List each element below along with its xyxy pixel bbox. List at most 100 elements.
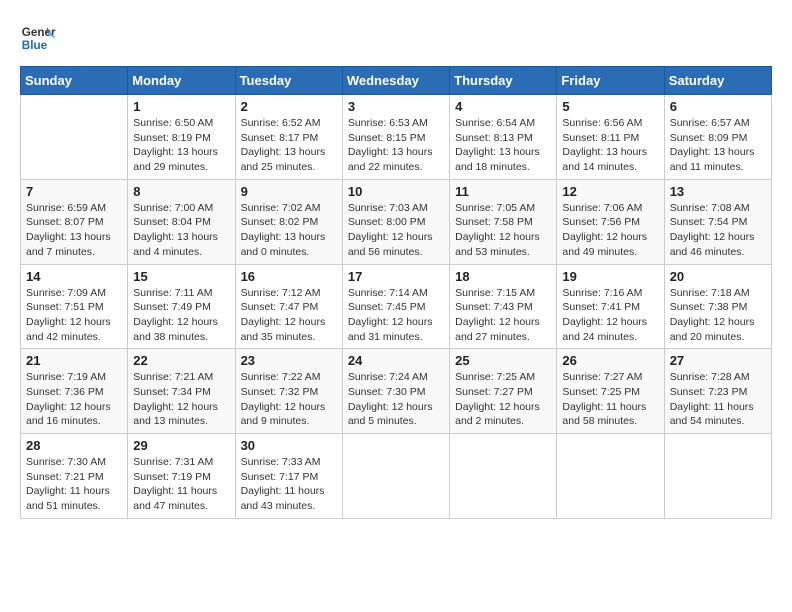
calendar-cell (557, 434, 664, 519)
day-number: 13 (670, 184, 766, 199)
day-info: Sunrise: 7:27 AM Sunset: 7:25 PM Dayligh… (562, 370, 658, 429)
day-info: Sunrise: 7:22 AM Sunset: 7:32 PM Dayligh… (241, 370, 337, 429)
day-info: Sunrise: 7:12 AM Sunset: 7:47 PM Dayligh… (241, 286, 337, 345)
calendar-cell: 24 Sunrise: 7:24 AM Sunset: 7:30 PM Dayli… (342, 349, 449, 434)
calendar-cell: 12 Sunrise: 7:06 AM Sunset: 7:56 PM Dayli… (557, 179, 664, 264)
day-info: Sunrise: 7:19 AM Sunset: 7:36 PM Dayligh… (26, 370, 122, 429)
day-number: 25 (455, 353, 551, 368)
day-info: Sunrise: 7:06 AM Sunset: 7:56 PM Dayligh… (562, 201, 658, 260)
week-row-3: 14 Sunrise: 7:09 AM Sunset: 7:51 PM Dayli… (21, 264, 772, 349)
day-number: 12 (562, 184, 658, 199)
calendar-cell: 17Sunrise: 7:14 AM Sunset: 7:45 PM Dayli… (342, 264, 449, 349)
day-info: Sunrise: 7:25 AM Sunset: 7:27 PM Dayligh… (455, 370, 551, 429)
calendar-cell: 4 Sunrise: 6:54 AM Sunset: 8:13 PM Daylig… (450, 95, 557, 180)
day-info: Sunrise: 7:09 AM Sunset: 7:51 PM Dayligh… (26, 286, 122, 345)
calendar-cell: 14 Sunrise: 7:09 AM Sunset: 7:51 PM Dayli… (21, 264, 128, 349)
calendar-cell: 1Sunrise: 6:50 AM Sunset: 8:19 PM Daylig… (128, 95, 235, 180)
day-number: 6 (670, 99, 766, 114)
day-info: Sunrise: 6:59 AM Sunset: 8:07 PM Dayligh… (26, 201, 122, 260)
calendar-cell: 30 Sunrise: 7:33 AM Sunset: 7:17 PM Dayli… (235, 434, 342, 519)
day-number: 30 (241, 438, 337, 453)
day-info: Sunrise: 7:16 AM Sunset: 7:41 PM Dayligh… (562, 286, 658, 345)
day-info: Sunrise: 7:18 AM Sunset: 7:38 PM Dayligh… (670, 286, 766, 345)
day-info: Sunrise: 7:11 AM Sunset: 7:49 PM Dayligh… (133, 286, 229, 345)
day-info: Sunrise: 7:28 AM Sunset: 7:23 PM Dayligh… (670, 370, 766, 429)
logo: General Blue (20, 20, 56, 56)
day-number: 4 (455, 99, 551, 114)
day-number: 14 (26, 269, 122, 284)
day-info: Sunrise: 7:00 AM Sunset: 8:04 PM Dayligh… (133, 201, 229, 260)
day-number: 20 (670, 269, 766, 284)
day-number: 23 (241, 353, 337, 368)
calendar-cell: 21 Sunrise: 7:19 AM Sunset: 7:36 PM Dayli… (21, 349, 128, 434)
day-info: Sunrise: 7:24 AM Sunset: 7:30 PM Dayligh… (348, 370, 444, 429)
day-number: 5 (562, 99, 658, 114)
calendar-cell: 3 Sunrise: 6:53 AM Sunset: 8:15 PM Daylig… (342, 95, 449, 180)
header-tuesday: Tuesday (235, 67, 342, 95)
svg-text:Blue: Blue (22, 39, 48, 52)
header-monday: Monday (128, 67, 235, 95)
calendar-cell: 10 Sunrise: 7:03 AM Sunset: 8:00 PM Dayli… (342, 179, 449, 264)
calendar-cell: 26Sunrise: 7:27 AM Sunset: 7:25 PM Dayli… (557, 349, 664, 434)
calendar-cell: 13Sunrise: 7:08 AM Sunset: 7:54 PM Dayli… (664, 179, 771, 264)
day-number: 3 (348, 99, 444, 114)
week-row-1: 1Sunrise: 6:50 AM Sunset: 8:19 PM Daylig… (21, 95, 772, 180)
calendar-cell: 19 Sunrise: 7:16 AM Sunset: 7:41 PM Dayli… (557, 264, 664, 349)
day-info: Sunrise: 7:33 AM Sunset: 7:17 PM Dayligh… (241, 455, 337, 514)
calendar-cell: 22Sunrise: 7:21 AM Sunset: 7:34 PM Dayli… (128, 349, 235, 434)
day-info: Sunrise: 6:57 AM Sunset: 8:09 PM Dayligh… (670, 116, 766, 175)
calendar-cell: 20 Sunrise: 7:18 AM Sunset: 7:38 PM Dayli… (664, 264, 771, 349)
day-number: 27 (670, 353, 766, 368)
day-info: Sunrise: 7:31 AM Sunset: 7:19 PM Dayligh… (133, 455, 229, 514)
day-number: 2 (241, 99, 337, 114)
calendar-body: 1Sunrise: 6:50 AM Sunset: 8:19 PM Daylig… (21, 95, 772, 519)
day-info: Sunrise: 7:15 AM Sunset: 7:43 PM Dayligh… (455, 286, 551, 345)
day-info: Sunrise: 7:14 AM Sunset: 7:45 PM Dayligh… (348, 286, 444, 345)
day-info: Sunrise: 7:03 AM Sunset: 8:00 PM Dayligh… (348, 201, 444, 260)
day-number: 24 (348, 353, 444, 368)
calendar-cell: 16 Sunrise: 7:12 AM Sunset: 7:47 PM Dayli… (235, 264, 342, 349)
day-info: Sunrise: 6:53 AM Sunset: 8:15 PM Dayligh… (348, 116, 444, 175)
header-saturday: Saturday (664, 67, 771, 95)
calendar-cell: 29 Sunrise: 7:31 AM Sunset: 7:19 PM Dayli… (128, 434, 235, 519)
calendar-cell: 15Sunrise: 7:11 AM Sunset: 7:49 PM Dayli… (128, 264, 235, 349)
day-info: Sunrise: 7:02 AM Sunset: 8:02 PM Dayligh… (241, 201, 337, 260)
calendar-cell (342, 434, 449, 519)
calendar-header-row: SundayMondayTuesdayWednesdayThursdayFrid… (21, 67, 772, 95)
day-number: 21 (26, 353, 122, 368)
logo-icon: General Blue (20, 20, 56, 56)
week-row-2: 7 Sunrise: 6:59 AM Sunset: 8:07 PM Daylig… (21, 179, 772, 264)
week-row-4: 21 Sunrise: 7:19 AM Sunset: 7:36 PM Dayli… (21, 349, 772, 434)
page-header: General Blue (20, 20, 772, 56)
day-number: 29 (133, 438, 229, 453)
calendar-table: SundayMondayTuesdayWednesdayThursdayFrid… (20, 66, 772, 519)
day-number: 7 (26, 184, 122, 199)
calendar-cell (21, 95, 128, 180)
day-number: 16 (241, 269, 337, 284)
calendar-cell: 27 Sunrise: 7:28 AM Sunset: 7:23 PM Dayli… (664, 349, 771, 434)
day-number: 18 (455, 269, 551, 284)
calendar-cell: 25 Sunrise: 7:25 AM Sunset: 7:27 PM Dayli… (450, 349, 557, 434)
day-info: Sunrise: 7:05 AM Sunset: 7:58 PM Dayligh… (455, 201, 551, 260)
calendar-cell: 23 Sunrise: 7:22 AM Sunset: 7:32 PM Dayli… (235, 349, 342, 434)
header-sunday: Sunday (21, 67, 128, 95)
calendar-cell: 8 Sunrise: 7:00 AM Sunset: 8:04 PM Daylig… (128, 179, 235, 264)
header-wednesday: Wednesday (342, 67, 449, 95)
week-row-5: 28Sunrise: 7:30 AM Sunset: 7:21 PM Dayli… (21, 434, 772, 519)
day-info: Sunrise: 6:50 AM Sunset: 8:19 PM Dayligh… (133, 116, 229, 175)
calendar-cell: 6 Sunrise: 6:57 AM Sunset: 8:09 PM Daylig… (664, 95, 771, 180)
day-number: 19 (562, 269, 658, 284)
day-info: Sunrise: 6:56 AM Sunset: 8:11 PM Dayligh… (562, 116, 658, 175)
calendar-cell: 5 Sunrise: 6:56 AM Sunset: 8:11 PM Daylig… (557, 95, 664, 180)
day-number: 10 (348, 184, 444, 199)
header-friday: Friday (557, 67, 664, 95)
svg-text:General: General (22, 26, 56, 39)
calendar-cell (664, 434, 771, 519)
day-number: 22 (133, 353, 229, 368)
calendar-cell: 11Sunrise: 7:05 AM Sunset: 7:58 PM Dayli… (450, 179, 557, 264)
day-info: Sunrise: 6:52 AM Sunset: 8:17 PM Dayligh… (241, 116, 337, 175)
day-info: Sunrise: 6:54 AM Sunset: 8:13 PM Dayligh… (455, 116, 551, 175)
day-number: 28 (26, 438, 122, 453)
header-thursday: Thursday (450, 67, 557, 95)
day-number: 8 (133, 184, 229, 199)
